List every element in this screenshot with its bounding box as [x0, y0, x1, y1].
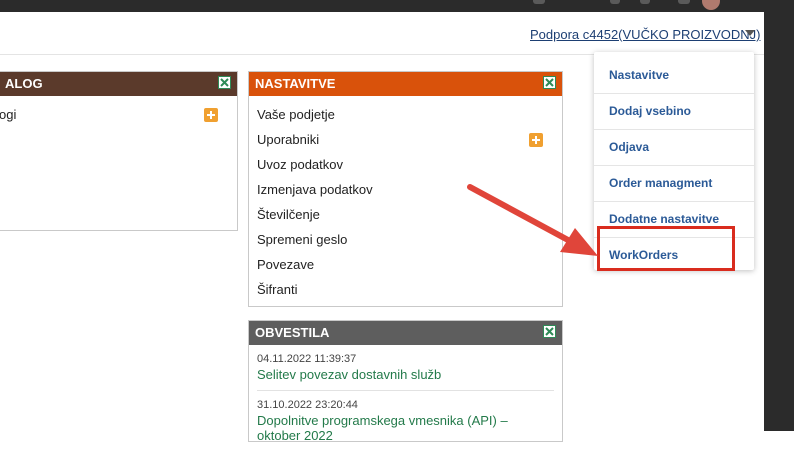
toolbar-glyph [533, 0, 545, 4]
settings-item[interactable]: Vaše podjetje [257, 102, 554, 127]
news-panel-title: OBVESTILA [255, 325, 330, 340]
news-panel-body: 04.11.2022 11:39:37 Selitev povezav dost… [249, 345, 562, 449]
settings-item-label: Vaše podjetje [257, 107, 335, 122]
divider [257, 390, 554, 391]
news-title-line: oktober 2022 [257, 428, 333, 443]
settings-item-label: Uvoz podatkov [257, 157, 343, 172]
chevron-down-icon[interactable] [745, 30, 755, 36]
settings-panel: NASTAVITVE Vaše podjetje Uporabniki Uvoz… [248, 71, 563, 307]
close-icon[interactable] [218, 76, 231, 89]
settings-item[interactable]: Uvoz podatkov [257, 152, 554, 177]
menu-item-nastavitve[interactable]: Nastavitve [594, 58, 754, 94]
news-date: 31.10.2022 23:20:44 [257, 399, 358, 411]
user-menu-link[interactable]: Podpora c4452(VUČKO PROIZVODNJ) [530, 27, 760, 42]
news-title-link[interactable]: Selitev povezav dostavnih služb [257, 367, 554, 382]
news-panel: OBVESTILA 04.11.2022 11:39:37 Selitev po… [248, 320, 563, 443]
settings-item-label: Povezave [257, 257, 315, 272]
avatar[interactable] [702, 0, 720, 10]
settings-item-label: Šifranti [257, 282, 298, 297]
left-panel-body: ogi [0, 96, 237, 133]
window-edge [764, 0, 794, 431]
settings-panel-header: NASTAVITVE [249, 72, 562, 96]
news-panel-header: OBVESTILA [249, 321, 562, 345]
add-icon[interactable] [204, 108, 218, 122]
menu-item-dodaj-vsebino[interactable]: Dodaj vsebino [594, 94, 754, 130]
settings-panel-body: Vaše podjetje Uporabniki Uvoz podatkov I… [249, 96, 562, 308]
settings-item[interactable]: Številčenje [257, 202, 554, 227]
annotation-highlight [597, 226, 735, 271]
browser-top-bar [0, 0, 794, 12]
toolbar-glyph [610, 0, 620, 4]
settings-item-label: Številčenje [257, 207, 320, 222]
settings-item[interactable]: Uporabniki [257, 127, 554, 152]
close-icon[interactable] [543, 76, 556, 89]
toolbar-glyph [678, 0, 690, 4]
settings-item-label: Izmenjava podatkov [257, 182, 373, 197]
left-panel: ALOG ogi [0, 71, 238, 231]
list-item[interactable]: ogi [0, 102, 229, 127]
menu-item-order-managment[interactable]: Order managment [594, 166, 754, 202]
settings-item[interactable]: Povezave [257, 252, 554, 277]
close-icon[interactable] [543, 325, 556, 338]
menu-item-odjava[interactable]: Odjava [594, 130, 754, 166]
news-title-line: Dopolnitve programskega vmesnika (API) – [257, 413, 508, 428]
toolbar-glyph [640, 0, 650, 4]
add-icon[interactable] [529, 133, 543, 147]
settings-item[interactable]: Spremeni geslo [257, 227, 554, 252]
settings-item-label: Spremeni geslo [257, 232, 348, 247]
list-item-label: ogi [0, 107, 17, 122]
settings-item-label: Uporabniki [257, 132, 320, 147]
settings-item[interactable]: Šifranti [257, 277, 554, 302]
left-panel-header: ALOG [0, 72, 237, 96]
settings-item[interactable]: Izmenjava podatkov [257, 177, 554, 202]
left-panel-title: ALOG [5, 76, 43, 91]
news-title-link[interactable]: Dopolnitve programskega vmesnika (API) –… [257, 413, 554, 443]
news-date: 04.11.2022 11:39:37 [257, 353, 357, 365]
settings-panel-title: NASTAVITVE [255, 76, 336, 91]
